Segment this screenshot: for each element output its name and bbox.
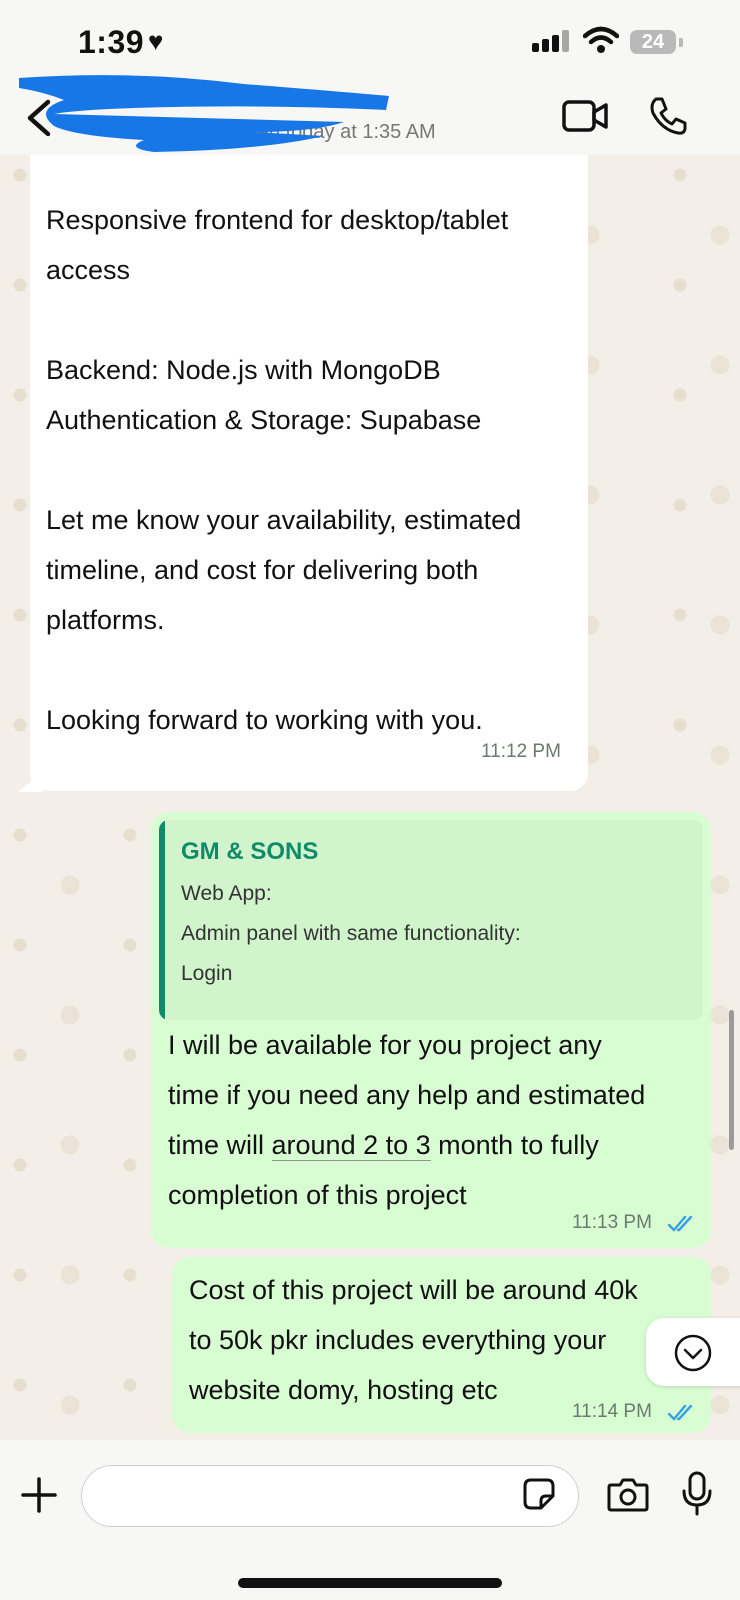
message-time: 11:13 PM [572, 1212, 652, 1233]
message-line: I will be available for you project any [168, 1030, 602, 1060]
scrollbar[interactable] [729, 1010, 734, 1150]
quote-line: Login [181, 962, 233, 985]
message-input[interactable] [81, 1465, 579, 1527]
message-line: time will around 2 to 3 month to fully [168, 1120, 599, 1170]
phone-icon[interactable] [648, 96, 688, 136]
redacted-contact-name [19, 75, 389, 152]
read-ticks-icon [668, 1404, 693, 1421]
battery-indicator: 24 [630, 30, 676, 54]
status-time: 1:39 [78, 24, 145, 60]
compose-bar [0, 1440, 740, 1600]
message-text-segment: time will [168, 1130, 272, 1160]
message-line: Cost of this project will be around 40k [189, 1275, 638, 1305]
wifi-icon [583, 26, 619, 53]
signal-icon [532, 30, 569, 52]
incoming-message[interactable]: Responsive frontend for desktop/tablet a… [30, 155, 588, 791]
chat-header[interactable]: last seen today at 1:35 AM [0, 75, 740, 155]
sticker-icon[interactable] [522, 1477, 556, 1511]
quote-accent-bar [159, 820, 165, 1020]
scroll-down-icon [674, 1334, 712, 1372]
scroll-to-bottom-button[interactable] [646, 1318, 740, 1386]
message-text-segment: month to fully [430, 1130, 599, 1160]
outgoing-message[interactable]: Cost of this project will be around 40k … [172, 1257, 711, 1433]
message-text: Responsive frontend for desktop/tablet a… [46, 205, 522, 735]
detected-phrase-link[interactable]: around 2 to 3 [271, 1130, 431, 1161]
plus-icon[interactable] [20, 1476, 58, 1514]
read-ticks-icon [668, 1215, 693, 1232]
message-time: 11:14 PM [572, 1401, 652, 1422]
mic-icon[interactable] [681, 1471, 713, 1517]
heart-icon: ♥ [148, 26, 164, 56]
message-line: to 50k pkr includes everything your [189, 1325, 607, 1355]
message-line: time if you need any help and estimated [168, 1080, 646, 1110]
quote-author: GM & SONS [181, 838, 319, 865]
video-call-icon[interactable] [562, 100, 608, 132]
message-line: website domy, hosting etc [189, 1375, 498, 1405]
quote-line: Admin panel with same functionality: [181, 922, 521, 945]
message-line: completion of this project [168, 1180, 467, 1210]
outgoing-message[interactable]: GM & SONS Web App: Admin panel with same… [151, 812, 711, 1248]
home-indicator[interactable] [238, 1578, 502, 1588]
camera-icon[interactable] [607, 1476, 649, 1512]
message-time: 11:12 PM [481, 741, 561, 762]
battery-tip [679, 38, 683, 47]
quote-line: Web App: [181, 882, 272, 905]
quoted-message[interactable]: GM & SONS Web App: Admin panel with same… [159, 820, 703, 1020]
